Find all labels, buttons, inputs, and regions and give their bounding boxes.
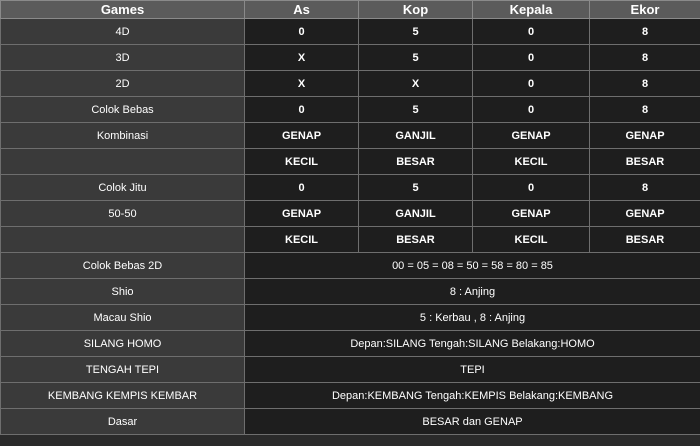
cell-ekor: 8: [589, 18, 700, 45]
row-label: Shio: [0, 278, 245, 305]
row-value: Depan:KEMBANG Tengah:KEMPIS Belakang:KEM…: [244, 382, 700, 409]
header-as: As: [244, 0, 359, 19]
table-row: Macau Shio 5 : Kerbau , 8 : Anjing: [0, 304, 700, 331]
row-label: 2D: [0, 70, 245, 97]
row-label: 3D: [0, 44, 245, 71]
table-row: TENGAH TEPI TEPI: [0, 356, 700, 383]
cell-kepala: KECIL: [472, 148, 590, 175]
cell-ekor: 8: [589, 44, 700, 71]
row-value: Depan:SILANG Tengah:SILANG Belakang:HOMO: [244, 330, 700, 357]
row-value: 00 = 05 = 08 = 50 = 58 = 80 = 85: [244, 252, 700, 279]
table-row: 4D 0 5 0 8: [0, 18, 700, 45]
cell-ekor: GENAP: [589, 122, 700, 149]
table-row: KEMBANG KEMPIS KEMBAR Depan:KEMBANG Teng…: [0, 382, 700, 409]
cell-ekor: BESAR: [589, 148, 700, 175]
table-row: 3D X 5 0 8: [0, 44, 700, 71]
cell-as: KECIL: [244, 148, 359, 175]
cell-ekor: 8: [589, 96, 700, 123]
row-label: Colok Bebas: [0, 96, 245, 123]
cell-kepala: 0: [472, 96, 590, 123]
cell-ekor: BESAR: [589, 226, 700, 253]
cell-kepala: 0: [472, 70, 590, 97]
cell-as: GENAP: [244, 200, 359, 227]
cell-kepala: 0: [472, 44, 590, 71]
cell-kop: 5: [358, 44, 473, 71]
header-ekor: Ekor: [589, 0, 700, 19]
row-label: 50-50: [0, 200, 245, 227]
cell-as: 0: [244, 18, 359, 45]
table-row: SILANG HOMO Depan:SILANG Tengah:SILANG B…: [0, 330, 700, 357]
header-kepala: Kepala: [472, 0, 590, 19]
table-row: 2D X X 0 8: [0, 70, 700, 97]
results-table: Games As Kop Kepala Ekor 4D 0 5 0 8 3D X…: [0, 0, 700, 435]
table-row: Colok Bebas 0 5 0 8: [0, 96, 700, 123]
cell-as: KECIL: [244, 226, 359, 253]
cell-as: GENAP: [244, 122, 359, 149]
cell-as: 0: [244, 96, 359, 123]
cell-kepala: KECIL: [472, 226, 590, 253]
table-row: KECIL BESAR KECIL BESAR: [0, 148, 700, 175]
row-label: [0, 148, 245, 175]
row-label: SILANG HOMO: [0, 330, 245, 357]
cell-kop: X: [358, 70, 473, 97]
cell-kop: 5: [358, 96, 473, 123]
cell-kop: BESAR: [358, 148, 473, 175]
row-label: Colok Jitu: [0, 174, 245, 201]
table-row: Shio 8 : Anjing: [0, 278, 700, 305]
row-label: Kombinasi: [0, 122, 245, 149]
cell-kepala: 0: [472, 18, 590, 45]
table-row: 50-50 GENAP GANJIL GENAP GENAP: [0, 200, 700, 227]
cell-as: X: [244, 44, 359, 71]
row-label: Macau Shio: [0, 304, 245, 331]
cell-kop: GANJIL: [358, 122, 473, 149]
table-row: KECIL BESAR KECIL BESAR: [0, 226, 700, 253]
cell-kop: GANJIL: [358, 200, 473, 227]
cell-kop: 5: [358, 174, 473, 201]
row-value: TEPI: [244, 356, 700, 383]
cell-as: X: [244, 70, 359, 97]
cell-kepala: 0: [472, 174, 590, 201]
cell-kepala: GENAP: [472, 122, 590, 149]
row-label: 4D: [0, 18, 245, 45]
table-row: Colok Jitu 0 5 0 8: [0, 174, 700, 201]
row-label: KEMBANG KEMPIS KEMBAR: [0, 382, 245, 409]
table-row: Colok Bebas 2D 00 = 05 = 08 = 50 = 58 = …: [0, 252, 700, 279]
header-games: Games: [0, 0, 245, 19]
cell-as: 0: [244, 174, 359, 201]
cell-kepala: GENAP: [472, 200, 590, 227]
row-label: Dasar: [0, 408, 245, 435]
header-kop: Kop: [358, 0, 473, 19]
row-label: Colok Bebas 2D: [0, 252, 245, 279]
row-label: TENGAH TEPI: [0, 356, 245, 383]
row-label: [0, 226, 245, 253]
row-value: BESAR dan GENAP: [244, 408, 700, 435]
cell-ekor: 8: [589, 70, 700, 97]
header-row: Games As Kop Kepala Ekor: [0, 0, 700, 19]
cell-ekor: 8: [589, 174, 700, 201]
table-row: Kombinasi GENAP GANJIL GENAP GENAP: [0, 122, 700, 149]
row-value: 8 : Anjing: [244, 278, 700, 305]
cell-kop: 5: [358, 18, 473, 45]
cell-ekor: GENAP: [589, 200, 700, 227]
row-value: 5 : Kerbau , 8 : Anjing: [244, 304, 700, 331]
cell-kop: BESAR: [358, 226, 473, 253]
table-row: Dasar BESAR dan GENAP: [0, 408, 700, 435]
